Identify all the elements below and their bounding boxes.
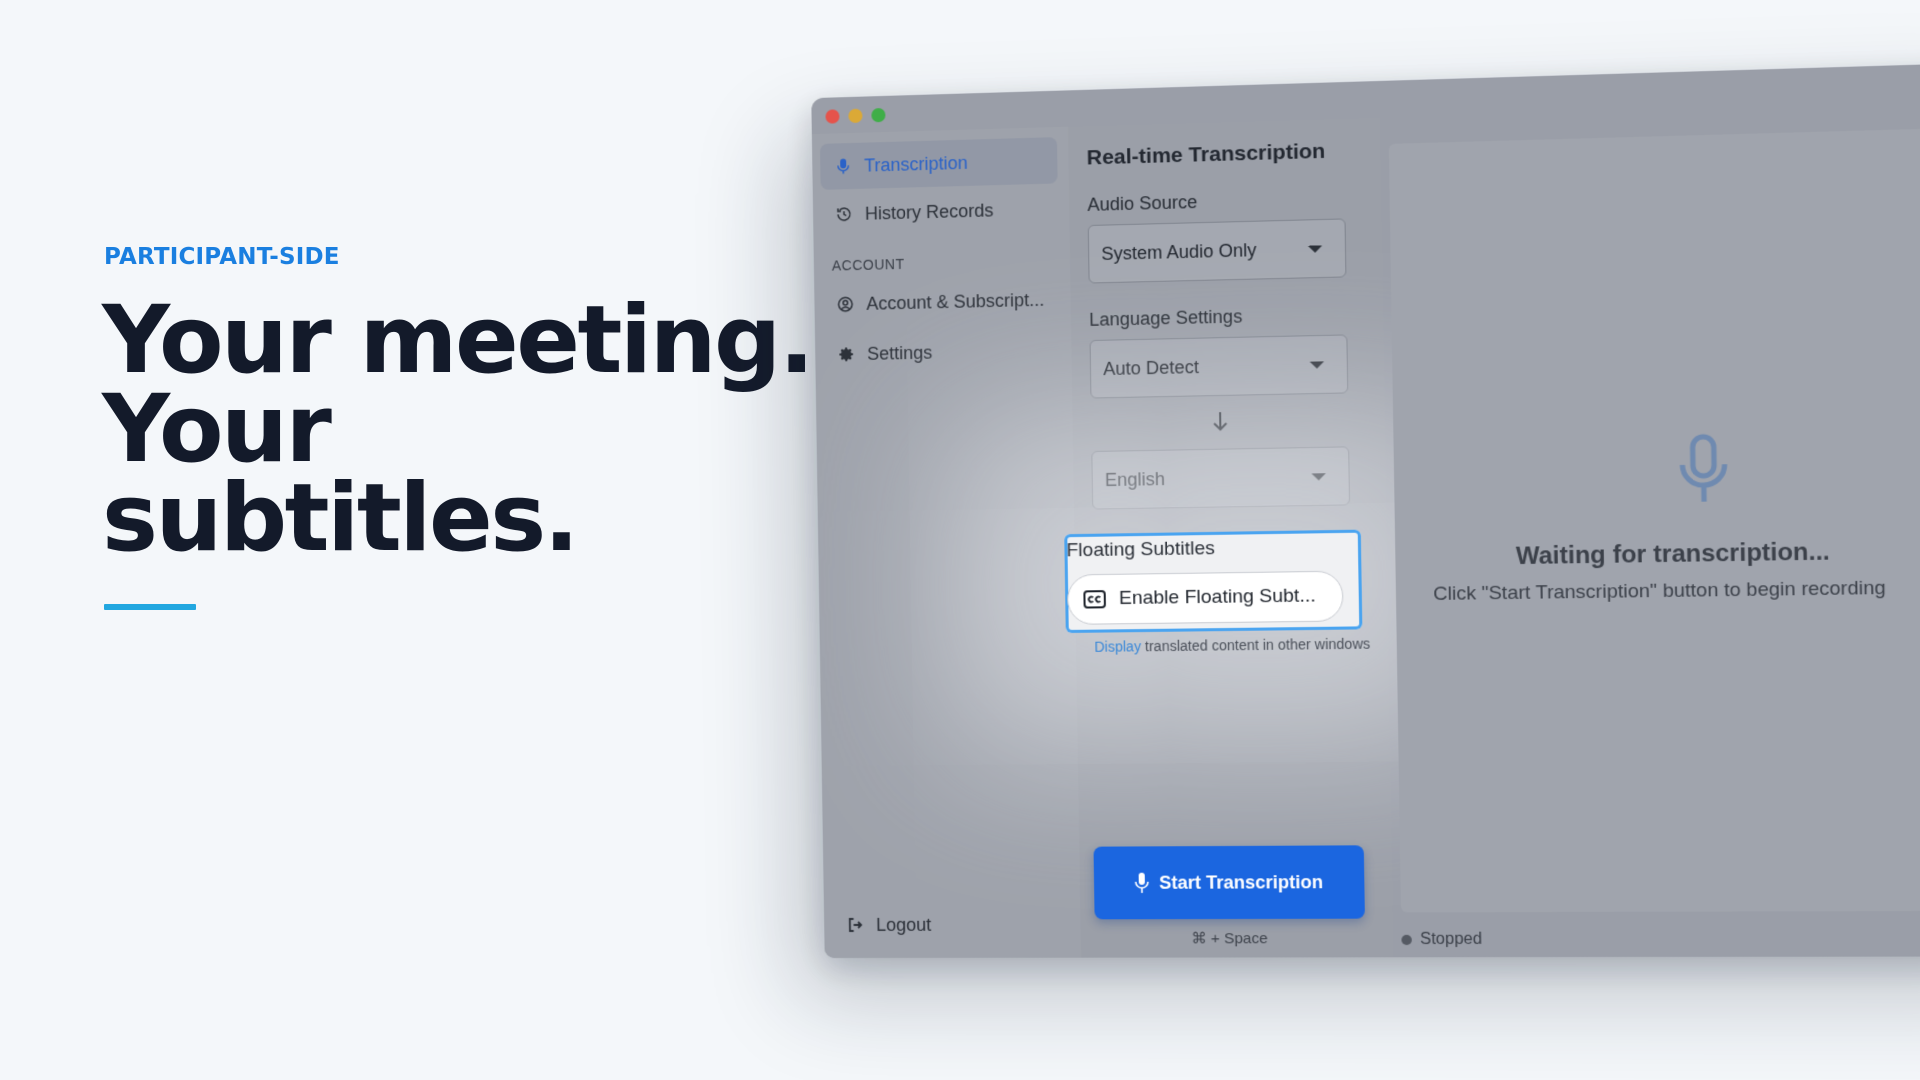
audio-source-select[interactable]: System Audio Only [1087,218,1347,284]
floating-subtitles-help: Display translated content in other wind… [1094,633,1371,657]
status-dot [1401,934,1412,946]
page-title: Real-time Transcription [1086,139,1326,170]
logout-label: Logout [875,914,932,935]
microphone-icon [836,158,849,174]
arrow-down-icon [1210,410,1231,433]
enable-floating-subtitles-button[interactable]: Enable Floating Subt... [1066,570,1344,625]
zoom-window-button[interactable] [871,107,886,123]
transcription-panel: Real-time Transcription Audio Source Sys… [1064,117,1394,958]
sidebar: Transcription History Records ACCOUNT Ac… [811,126,1082,959]
status-bar: Stopped [1401,931,1482,950]
audio-source-value: System Audio Only [1101,239,1257,264]
close-window-button[interactable] [825,109,840,124]
sidebar-section-account: ACCOUNT [831,255,905,274]
help-text: translated content in other windows [1140,635,1371,655]
hero-headline: Your meeting. Your subtitles. [102,286,815,573]
sidebar-item-label: Transcription [864,152,969,176]
keyboard-shortcut-hint: ⌘ + Space [1191,930,1268,948]
status-text: Stopped [1419,930,1483,949]
sidebar-item-account[interactable]: Account & Subscript... [822,276,1060,328]
eyebrow-label: PARTICIPANT-SIDE [104,244,340,270]
waiting-title: Waiting for transcription... [1515,537,1831,571]
logout-button[interactable]: Logout [832,901,1070,948]
enable-floating-subtitles-label: Enable Floating Subt... [1118,585,1316,610]
source-language-value: Auto Detect [1103,356,1200,379]
microphone-icon [1676,433,1732,506]
app-window: Transcription History Records ACCOUNT Ac… [811,61,1920,959]
sidebar-item-label: History Records [864,199,994,224]
sidebar-item-history[interactable]: History Records [821,185,1059,237]
target-language-value: English [1104,468,1166,490]
transcript-area: Waiting for transcription... Click "Star… [1388,125,1920,913]
language-settings-label: Language Settings [1089,306,1243,330]
start-transcription-label: Start Transcription [1158,871,1324,893]
logout-icon [846,916,864,934]
user-circle-icon [837,296,852,312]
waiting-subtitle: Click "Start Transcription" button to be… [1433,577,1886,606]
sidebar-item-label: Account & Subscript... [866,289,1045,314]
chevron-down-icon [1309,360,1325,369]
sidebar-item-label: Settings [867,341,933,364]
accent-rule [104,604,196,610]
audio-source-label: Audio Source [1087,191,1198,215]
closed-captions-icon [1082,589,1107,610]
microphone-icon [1135,872,1150,893]
help-highlight: Display [1094,638,1142,655]
source-language-select[interactable]: Auto Detect [1089,334,1349,399]
floating-subtitles-title: Floating Subtitles [1066,537,1216,562]
sidebar-item-transcription[interactable]: Transcription [819,137,1058,190]
sidebar-item-settings[interactable]: Settings [823,327,1061,378]
history-icon [836,207,850,221]
headline-line-2: Your [102,375,332,484]
headline-line-1: Your meeting. [102,286,815,395]
chevron-down-icon [1311,472,1326,481]
start-transcription-button[interactable]: Start Transcription [1093,845,1365,920]
gear-icon [839,347,854,362]
minimize-window-button[interactable] [848,108,863,124]
target-language-select[interactable]: English [1091,446,1351,510]
chevron-down-icon [1307,244,1323,253]
floating-subtitles-card: Floating Subtitles Enable Floating Subt.… [1064,529,1363,634]
headline-line-3: subtitles. [102,464,579,573]
